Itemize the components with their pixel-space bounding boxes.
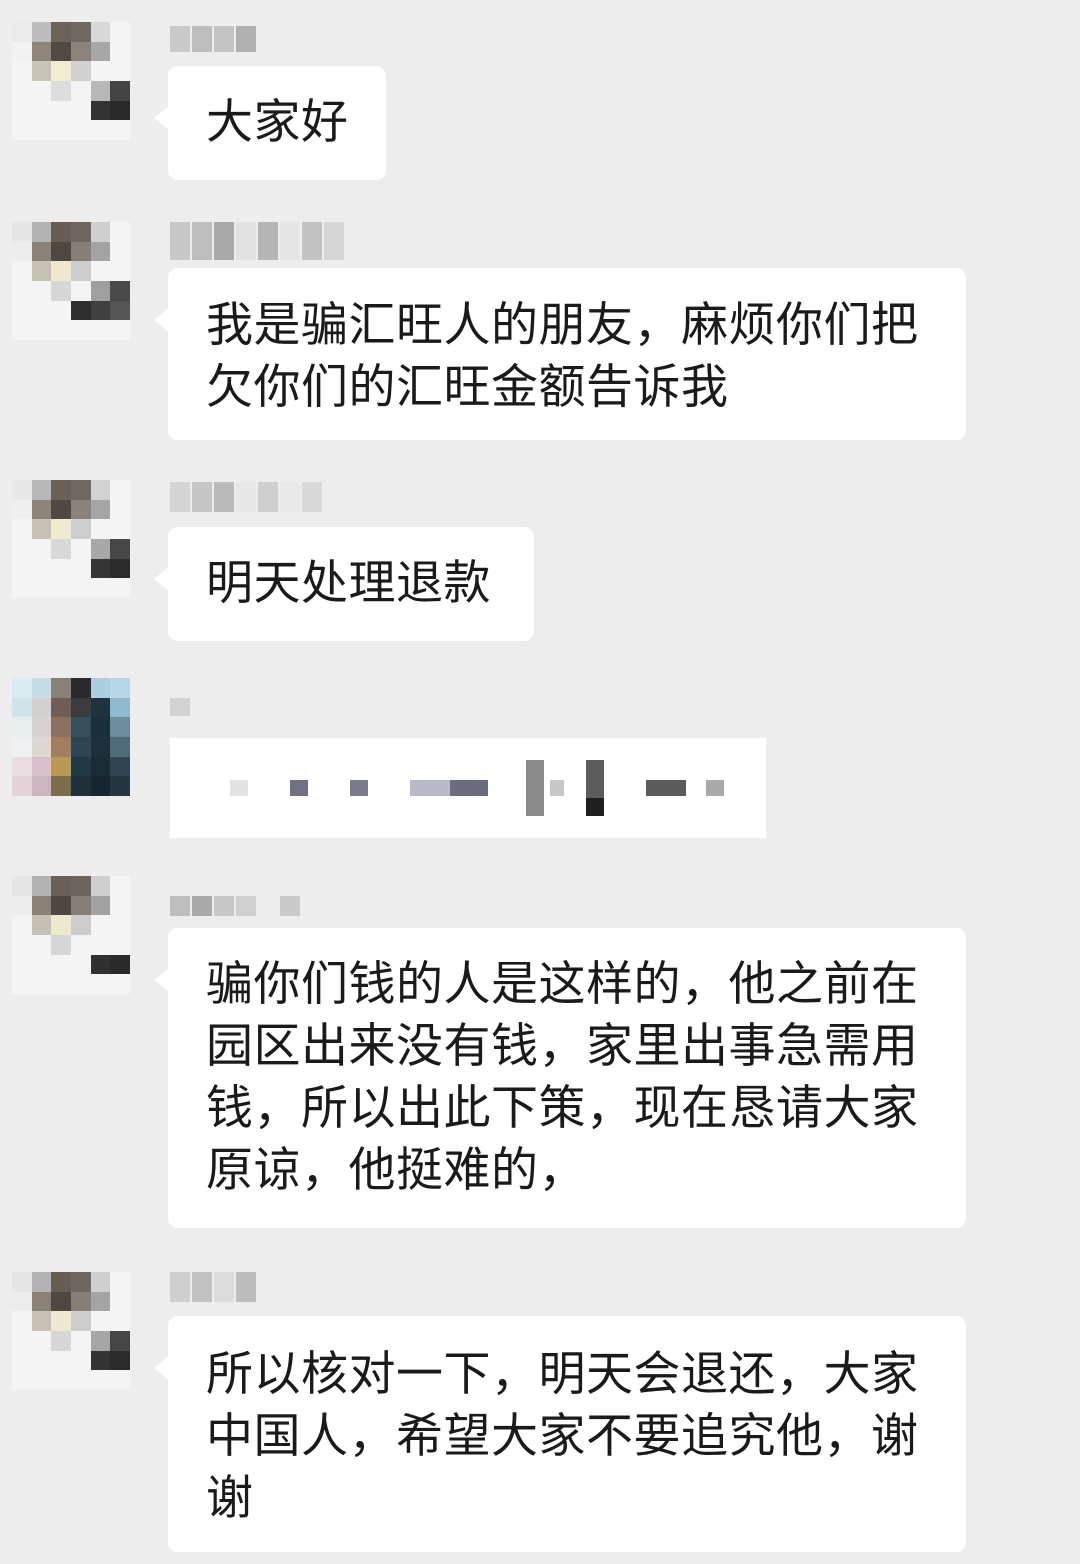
avatar[interactable] — [12, 480, 130, 598]
sender-name-redacted — [170, 26, 256, 52]
redacted-message-bubble[interactable] — [170, 738, 766, 838]
sender-name-redacted — [170, 896, 300, 916]
message-bubble[interactable]: 我是骗汇旺人的朋友，麻烦你们把 欠你们的汇旺金额告诉我 — [154, 268, 966, 440]
message-bubble[interactable]: 所以核对一下，明天会退还，大家 中国人，希望大家不要追究他，谢 谢 — [154, 1316, 966, 1552]
message-bubble[interactable]: 大家好 — [154, 66, 386, 180]
avatar[interactable] — [12, 1272, 130, 1390]
sender-name-redacted — [170, 482, 322, 512]
avatar[interactable] — [12, 678, 130, 796]
sender-name-redacted — [170, 222, 344, 260]
message-bubble[interactable]: 明天处理退款 — [154, 527, 534, 641]
avatar[interactable] — [12, 22, 130, 140]
avatar[interactable] — [12, 876, 130, 994]
sender-name-redacted — [170, 1272, 278, 1302]
message-bubble[interactable]: 骗你们钱的人是这样的，他之前在 园区出来没有钱，家里出事急需用 钱，所以出此下策… — [154, 928, 966, 1228]
avatar[interactable] — [12, 222, 130, 340]
sender-name-redacted — [170, 698, 212, 716]
